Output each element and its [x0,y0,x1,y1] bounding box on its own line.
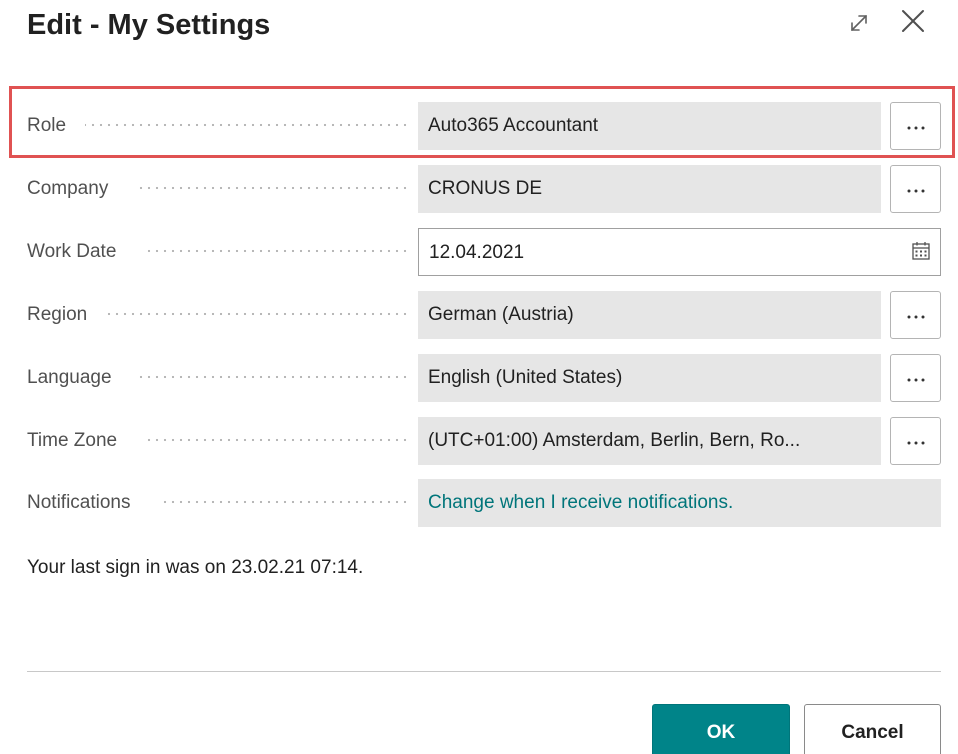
language-label: Language [27,367,112,388]
region-row: Region German (Austria) [27,291,941,339]
cancel-button[interactable]: Cancel [804,704,941,754]
region-label: Region [27,304,88,325]
work-date-input[interactable]: 12.04.2021 [418,228,941,276]
role-row: Role Auto365 Accountant [27,102,941,150]
region-leader-dots [105,312,409,316]
time-zone-row: Time Zone (UTC+01:00) Amsterdam, Berlin,… [27,417,941,465]
work-date-row: Work Date 12.04.2021 [27,228,941,276]
calendar-icon[interactable] [911,241,931,261]
notifications-link[interactable]: Change when I receive notifications. [418,479,941,527]
language-field[interactable]: English (United States) [418,354,881,402]
role-field[interactable]: Auto365 Accountant [418,102,881,150]
language-row: Language English (United States) [27,354,941,402]
notifications-leader-dots [163,500,409,504]
time-zone-leader-dots [143,438,409,442]
expand-icon[interactable] [844,8,874,38]
role-lookup-button[interactable] [890,102,941,150]
more-icon [907,189,925,193]
work-date-leader-dots [143,249,409,253]
company-field[interactable]: CRONUS DE [418,165,881,213]
language-lookup-button[interactable] [890,354,941,402]
company-lookup-button[interactable] [890,165,941,213]
company-row: Company CRONUS DE [27,165,941,213]
region-field[interactable]: German (Austria) [418,291,881,339]
ok-button[interactable]: OK [652,704,790,754]
footer-divider [27,671,941,672]
more-icon [907,126,925,130]
company-leader-dots [139,186,409,190]
time-zone-field[interactable]: (UTC+01:00) Amsterdam, Berlin, Bern, Ro.… [418,417,881,465]
dialog-title: Edit - My Settings [27,9,271,41]
company-label: Company [27,178,109,199]
time-zone-label: Time Zone [27,430,118,451]
more-icon [907,378,925,382]
last-signin-text: Your last sign in was on 23.02.21 07:14. [27,557,364,578]
notifications-row: Notifications Change when I receive noti… [27,479,941,527]
work-date-label: Work Date [27,241,117,262]
language-leader-dots [139,375,409,379]
region-lookup-button[interactable] [890,291,941,339]
time-zone-lookup-button[interactable] [890,417,941,465]
more-icon [907,441,925,445]
notifications-label: Notifications [27,492,131,513]
role-leader-dots [85,123,409,127]
close-icon[interactable] [896,4,930,38]
settings-dialog: Edit - My Settings Role Auto365 Accounta… [0,0,958,754]
role-label: Role [27,115,67,136]
more-icon [907,315,925,319]
